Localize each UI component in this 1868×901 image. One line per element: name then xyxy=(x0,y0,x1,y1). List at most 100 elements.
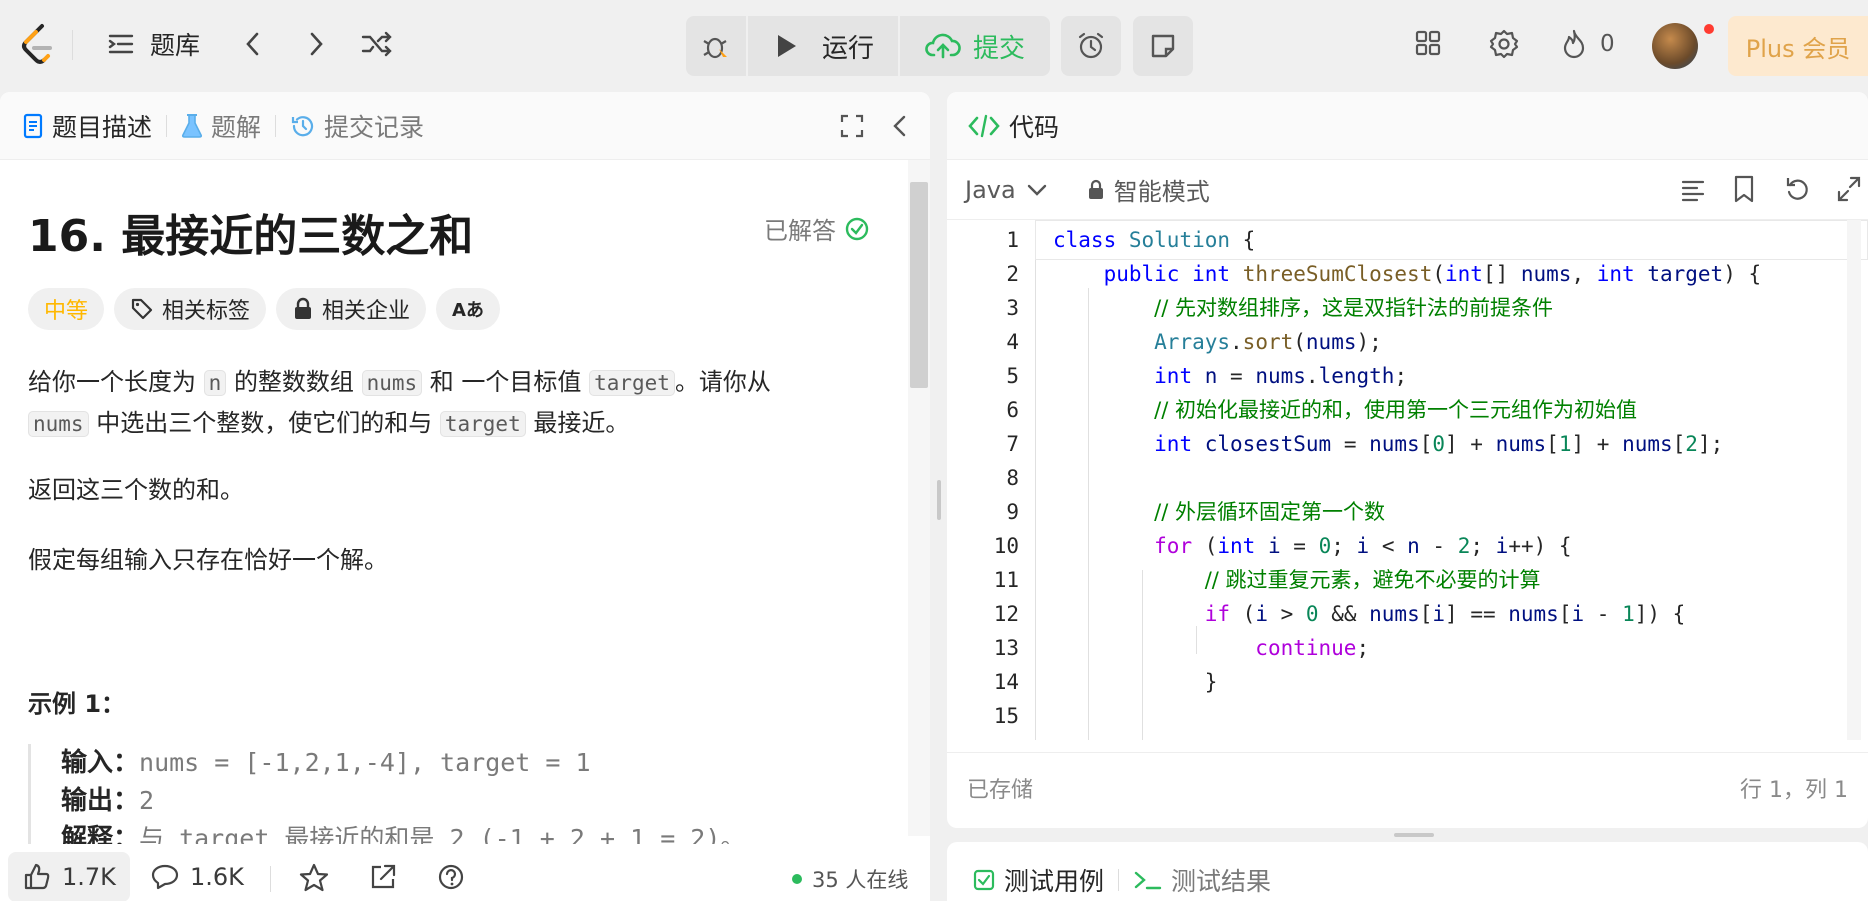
tab-divider xyxy=(275,114,277,137)
code-line: 5 int n = nums.length; xyxy=(1006,364,1408,388)
code-line: 7 int closestSum = nums[0] + nums[1] + n… xyxy=(1006,432,1724,456)
problem-description-p1: 给你一个长度为 n 的整数数组 nums 和 一个目标值 target 。请你从 … xyxy=(28,362,878,444)
translate-button[interactable]: Aあ xyxy=(436,288,500,330)
bookmark-icon[interactable] xyxy=(1731,174,1757,204)
comments-button[interactable]: 1.6K xyxy=(150,862,244,892)
example-input-value: nums = [-1,2,1,-4], target = 1 xyxy=(139,748,591,777)
example-title: 示例 1： xyxy=(28,690,126,718)
collapse-panel-icon[interactable] xyxy=(888,112,912,140)
difficulty-badge: 中等 xyxy=(28,288,105,330)
code-line: 14 } xyxy=(993,670,1218,694)
streak-counter[interactable]: 0 xyxy=(1560,28,1615,60)
tab-test-result[interactable]: 测试结果 xyxy=(1133,862,1271,898)
problem-bank-label: 题库 xyxy=(150,31,201,60)
star-icon[interactable] xyxy=(298,862,330,894)
code-line: 11 // 跳过重复元素，避免不必要的计算 xyxy=(993,568,1541,592)
gear-icon xyxy=(1489,29,1519,59)
example-output-value: 2 xyxy=(139,786,155,815)
description-scrollbar-thumb[interactable] xyxy=(910,182,928,388)
thumbs-up-icon xyxy=(24,863,50,890)
notes-button[interactable] xyxy=(1133,16,1193,76)
language-select[interactable]: Java xyxy=(965,176,1048,204)
random-problem-button[interactable] xyxy=(360,28,394,60)
check-circle-icon xyxy=(845,217,869,240)
format-code-icon[interactable] xyxy=(1679,176,1707,204)
problem-description-p2: 返回这三个数的和。 xyxy=(28,476,244,504)
code-header: 代码 xyxy=(947,92,1868,160)
tab-submissions-label: 提交记录 xyxy=(324,112,425,142)
problem-list-button[interactable]: 题库 xyxy=(106,26,200,62)
prev-problem-button[interactable] xyxy=(240,28,266,60)
desc-text: 和 一个目标值 xyxy=(429,368,582,396)
example-explanation-value: 与 target 最接近的和是 2 (-1 + 2 + 1 = 2)。 xyxy=(139,824,746,844)
help-icon[interactable] xyxy=(436,862,466,892)
tab-submissions[interactable]: 提交记录 xyxy=(290,108,424,144)
fullscreen-icon[interactable] xyxy=(838,112,866,140)
smart-mode-toggle[interactable]: 智能模式 xyxy=(1086,172,1210,207)
code-editor[interactable]: 1 class Solution { 2 public int threeSumC… xyxy=(947,220,1868,740)
reset-code-icon[interactable] xyxy=(1783,174,1813,204)
footer-divider xyxy=(270,866,271,892)
problem-description-p3: 假定每组输入只存在恰好一个解。 xyxy=(28,546,388,574)
inline-code: nums xyxy=(28,411,89,437)
tab-divider xyxy=(1118,869,1120,891)
cloud-upload-icon xyxy=(925,33,961,59)
code-line: 1 class Solution { xyxy=(1006,228,1256,252)
list-icon xyxy=(108,34,134,54)
avatar[interactable] xyxy=(1652,23,1698,69)
tab-testcase-label: 测试用例 xyxy=(1004,867,1105,896)
streak-count: 0 xyxy=(1600,31,1615,57)
inline-code: n xyxy=(203,370,227,396)
example-block: 输入：nums = [-1,2,1,-4], target = 1 输出：2 解… xyxy=(28,744,745,844)
related-tags-button[interactable]: 相关标签 xyxy=(114,288,267,330)
run-label: 运行 xyxy=(821,33,874,64)
tab-divider xyxy=(166,114,168,137)
tab-description[interactable]: 题目描述 xyxy=(22,108,152,144)
timer-button[interactable] xyxy=(1061,16,1121,76)
code-line: 9 // 外层循环固定第一个数 xyxy=(1006,500,1385,524)
chevron-down-icon xyxy=(1027,184,1046,196)
example-explanation-label: 解释： xyxy=(61,824,140,844)
run-button[interactable]: 运行 xyxy=(748,16,898,76)
translate-icon: Aあ xyxy=(452,300,484,321)
inline-code: target xyxy=(589,370,675,396)
share-icon[interactable] xyxy=(368,862,398,892)
solved-status: 已解答 xyxy=(764,211,870,246)
debug-button[interactable] xyxy=(686,16,746,76)
like-count: 1.7K xyxy=(62,863,116,891)
related-tags-label: 相关标签 xyxy=(162,299,251,324)
flame-icon xyxy=(1563,29,1585,59)
cursor-position: 行 1，列 1 xyxy=(1740,777,1848,803)
tab-description-label: 题目描述 xyxy=(52,112,153,142)
comment-count: 1.6K xyxy=(190,863,244,891)
desc-text: 中选出三个整数，使它们的和与 xyxy=(96,409,433,437)
tab-testcase[interactable]: 测试用例 xyxy=(972,862,1104,898)
online-users: 35 人在线 xyxy=(792,864,908,894)
example-output-label: 输出： xyxy=(61,786,140,816)
tab-solutions[interactable]: 题解 xyxy=(181,108,261,144)
leetcode-logo-icon[interactable] xyxy=(20,22,56,66)
code-line: 12 if (i > 0 && nums[i] == nums[i - 1]) … xyxy=(993,602,1686,626)
next-problem-button[interactable] xyxy=(303,28,329,60)
inline-code: target xyxy=(439,411,526,437)
submit-label: 提交 xyxy=(972,33,1025,64)
submit-button[interactable]: 提交 xyxy=(900,16,1050,76)
code-panel: 代码 Java 智能模式 1 class Solution { 2 public … xyxy=(947,92,1868,828)
expand-editor-icon[interactable] xyxy=(1835,174,1863,204)
desc-text: 给你一个长度为 xyxy=(28,368,196,396)
settings-button[interactable] xyxy=(1488,28,1520,60)
panel-resize-handle[interactable] xyxy=(937,480,941,520)
code-title: 代码 xyxy=(1009,112,1060,142)
plus-membership-button[interactable]: Plus 会员 xyxy=(1728,16,1868,76)
layout-button[interactable] xyxy=(1413,28,1443,58)
tab-test-result-label: 测试结果 xyxy=(1171,867,1272,896)
editor-scrollbar[interactable] xyxy=(1847,220,1861,740)
bug-icon xyxy=(703,37,727,59)
test-panel: 测试用例 测试结果 xyxy=(947,842,1868,901)
panel-resize-handle[interactable] xyxy=(1394,833,1434,837)
problem-title: 16. 最接近的三数之和 xyxy=(28,211,474,262)
like-button[interactable]: 1.7K xyxy=(8,852,130,901)
code-toolbar: Java 智能模式 xyxy=(947,160,1868,220)
notification-dot xyxy=(1704,24,1714,34)
related-companies-button[interactable]: 相关企业 xyxy=(276,288,427,330)
